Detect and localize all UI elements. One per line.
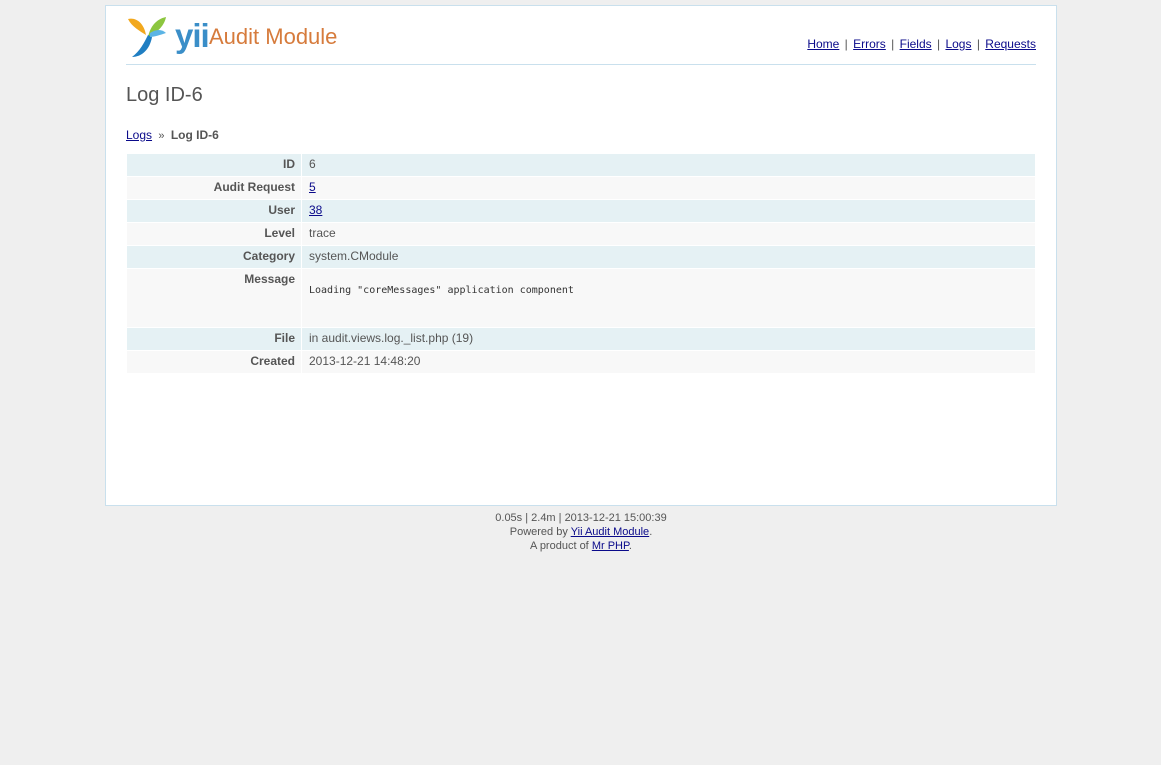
- detail-row-audit-request: Audit Request 5: [127, 177, 1035, 199]
- menu-separator: |: [976, 37, 980, 51]
- yii-audit-module-link[interactable]: Yii Audit Module: [571, 526, 649, 538]
- breadcrumb-logs-link[interactable]: Logs: [126, 128, 152, 142]
- page-container: yii Audit Module Home | Errors | Fields …: [105, 5, 1057, 506]
- footer-product-of: A product of Mr PHP.: [105, 539, 1057, 553]
- log-detail-table: ID 6 Audit Request 5 User 38 Level trace…: [126, 153, 1036, 374]
- mr-php-link[interactable]: Mr PHP: [592, 540, 629, 552]
- detail-row-message: Message Loading "coreMessages" applicati…: [127, 269, 1035, 327]
- detail-value-cell: 5: [302, 177, 1035, 199]
- breadcrumb-separator: »: [158, 130, 165, 142]
- detail-row-level: Level trace: [127, 223, 1035, 245]
- user-link[interactable]: 38: [309, 203, 322, 217]
- detail-row-id: ID 6: [127, 154, 1035, 176]
- breadcrumb-current: Log ID-6: [170, 128, 219, 142]
- header: yii Audit Module Home | Errors | Fields …: [126, 6, 1036, 65]
- logo[interactable]: yii Audit Module: [126, 15, 346, 59]
- footer-product-suffix: .: [628, 540, 632, 552]
- detail-label: ID: [127, 154, 301, 176]
- menu-requests-link[interactable]: Requests: [985, 37, 1036, 51]
- detail-label: Audit Request: [127, 177, 301, 199]
- detail-label: User: [127, 200, 301, 222]
- detail-label: File: [127, 328, 301, 350]
- menu-home-link[interactable]: Home: [807, 37, 839, 51]
- detail-value-cell: Loading "coreMessages" application compo…: [302, 269, 1035, 327]
- log-message-text: Loading "coreMessages" application compo…: [309, 285, 574, 296]
- yii-logo-icon: [128, 17, 166, 57]
- page-title: Log ID-6: [126, 84, 203, 106]
- menu-logs-link[interactable]: Logs: [945, 37, 971, 51]
- detail-row-category: Category system.CModule: [127, 246, 1035, 268]
- logo-yii-text: yii: [175, 17, 210, 54]
- breadcrumb: Logs » Log ID-6: [126, 128, 219, 142]
- detail-value: 2013-12-21 14:48:20: [302, 351, 1035, 373]
- footer-stats: 0.05s | 2.4m | 2013-12-21 15:00:39: [495, 512, 667, 524]
- detail-value-cell: 38: [302, 200, 1035, 222]
- detail-label: Message: [127, 269, 301, 327]
- detail-label: Created: [127, 351, 301, 373]
- menu-separator: |: [936, 37, 941, 51]
- detail-row-user: User 38: [127, 200, 1035, 222]
- footer-powered-suffix: .: [649, 526, 653, 538]
- footer: 0.05s | 2.4m | 2013-12-21 15:00:39 Power…: [105, 511, 1057, 553]
- detail-value: 6: [302, 154, 1035, 176]
- menu-fields-link[interactable]: Fields: [900, 37, 932, 51]
- menu-separator: |: [891, 37, 895, 51]
- footer-powered-by: Powered by Yii Audit Module.: [105, 525, 1057, 539]
- footer-powered-prefix: Powered by: [509, 526, 568, 538]
- detail-row-created: Created 2013-12-21 14:48:20: [127, 351, 1035, 373]
- detail-value: in audit.views.log._list.php (19): [302, 328, 1035, 350]
- detail-row-file: File in audit.views.log._list.php (19): [127, 328, 1035, 350]
- detail-value: trace: [302, 223, 1035, 245]
- audit-request-link[interactable]: 5: [309, 180, 316, 194]
- detail-label: Category: [127, 246, 301, 268]
- menu-errors-link[interactable]: Errors: [853, 37, 886, 51]
- detail-label: Level: [127, 223, 301, 245]
- main-menu: Home | Errors | Fields | Logs | Requests: [807, 37, 1036, 51]
- menu-separator: |: [844, 37, 848, 51]
- footer-product-prefix: A product of: [530, 540, 589, 552]
- logo-module-text: Audit Module: [209, 24, 338, 49]
- detail-value: system.CModule: [302, 246, 1035, 268]
